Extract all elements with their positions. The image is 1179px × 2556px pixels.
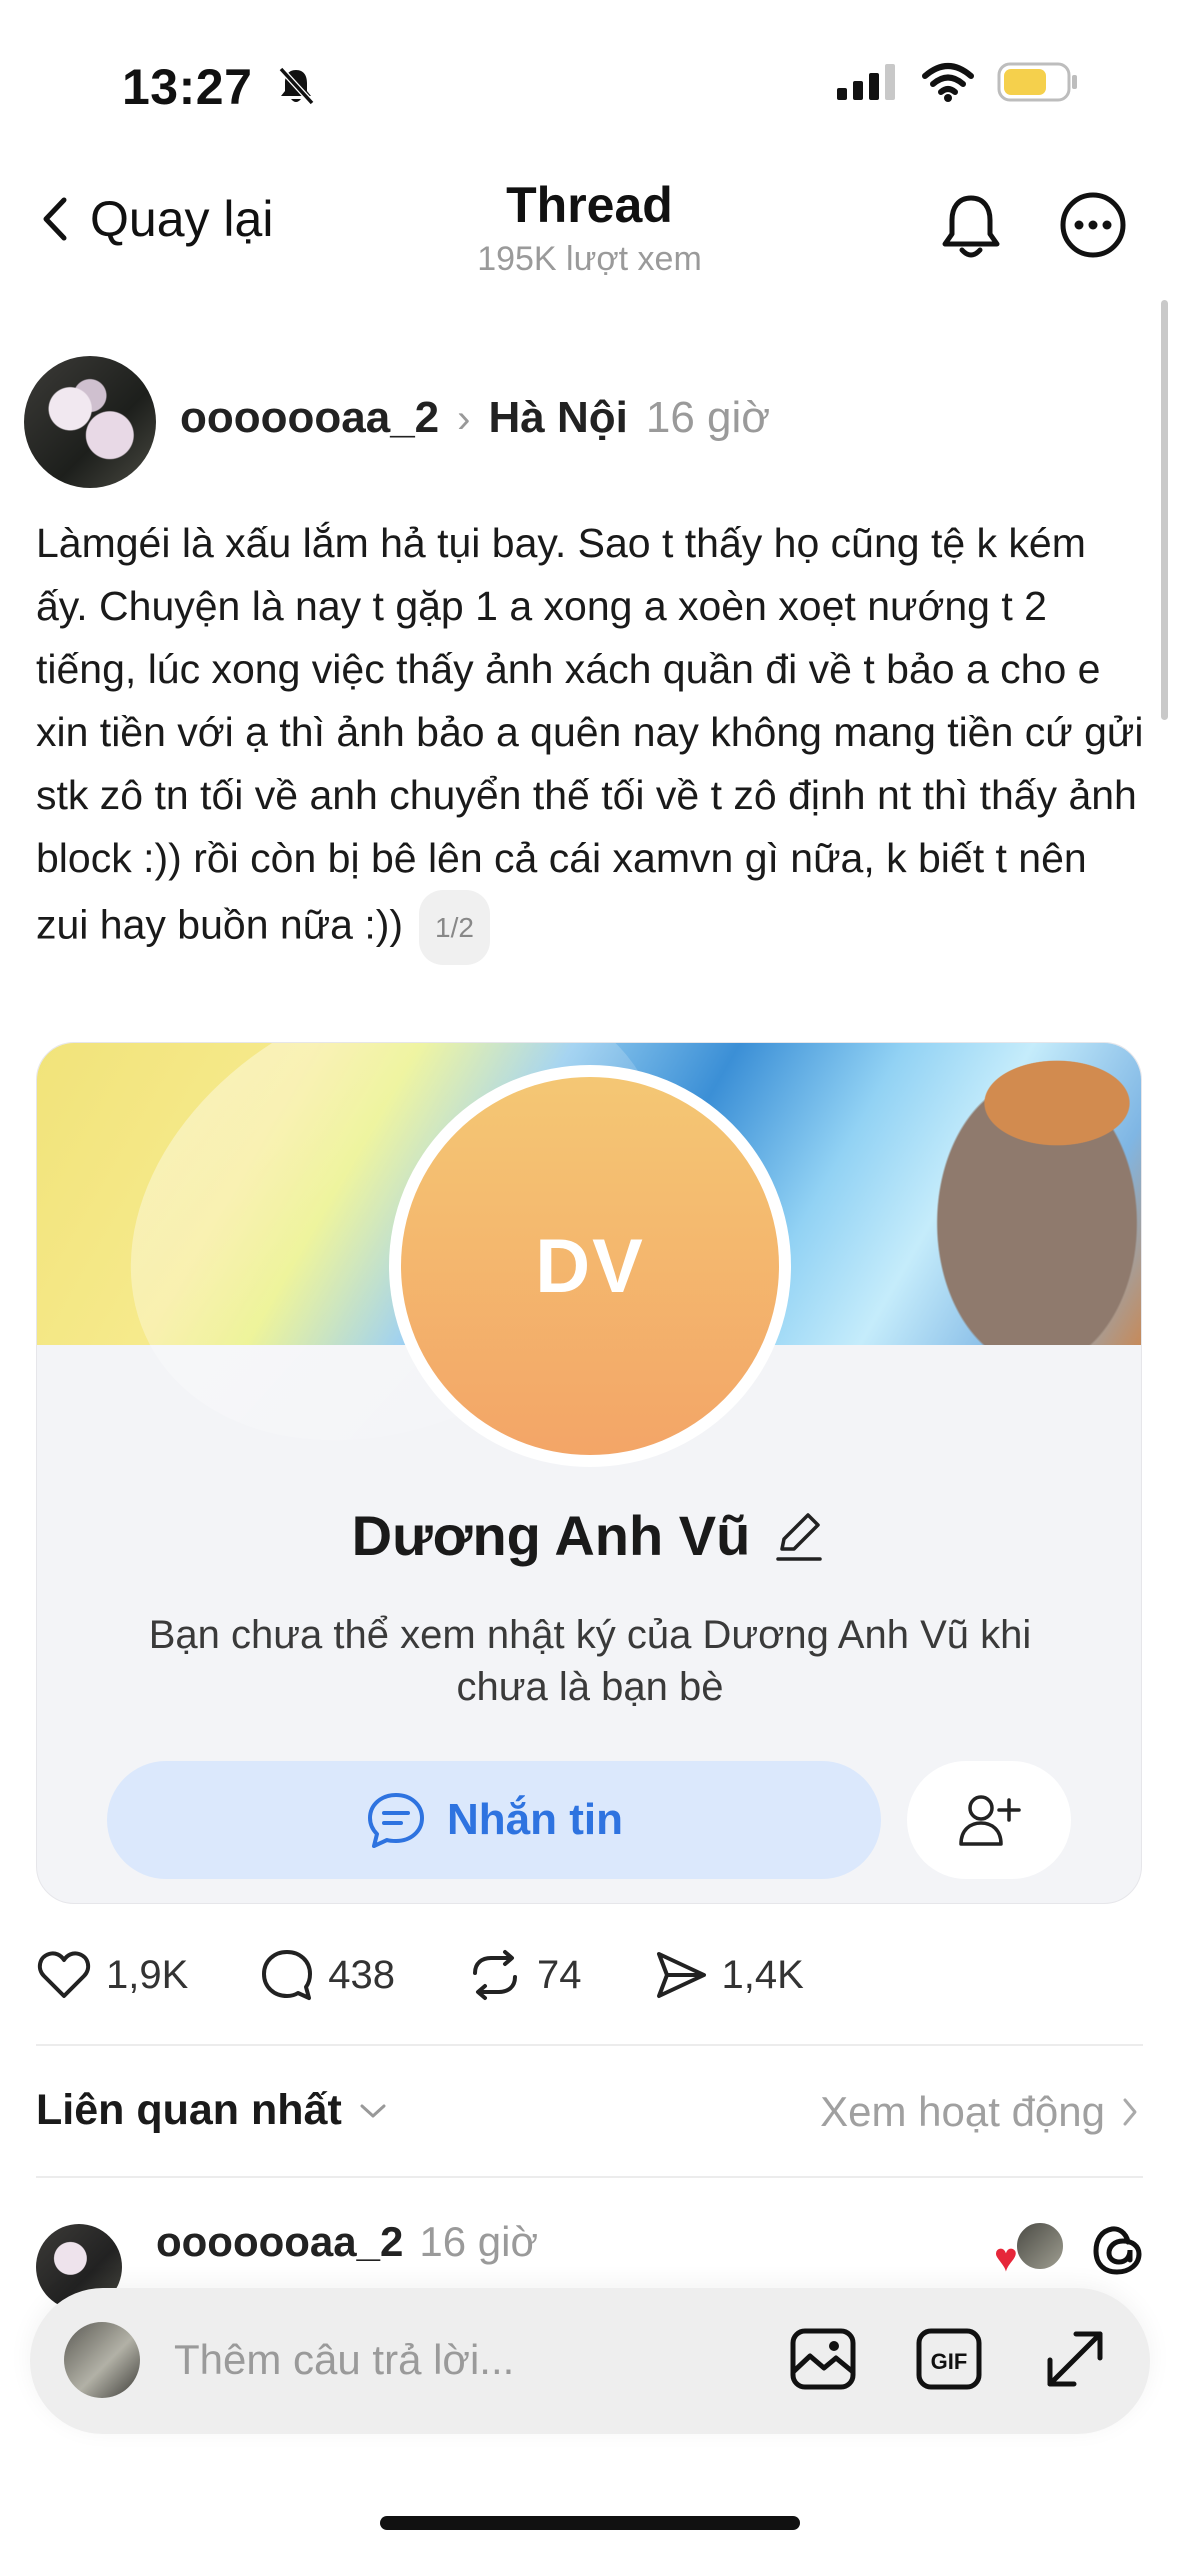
battery-icon: [997, 62, 1077, 102]
reply-reactions[interactable]: ♥: [994, 2220, 1066, 2280]
comment-button[interactable]: 438: [260, 1948, 395, 2002]
profile-name: Dương Anh Vũ: [351, 1504, 751, 1567]
send-icon: [656, 1952, 706, 1998]
notification-bell-icon[interactable]: [938, 192, 1004, 262]
post-body: Làmgéi là xấu lắm hả tụi bay. Sao t thấy…: [36, 512, 1146, 965]
chevron-right-icon: [1123, 2098, 1137, 2126]
repost-count: 74: [537, 1952, 582, 1997]
scrollbar[interactable]: [1161, 300, 1168, 720]
like-button[interactable]: 1,9K: [36, 1949, 188, 2001]
current-user-avatar: [64, 2322, 140, 2398]
bell-muted-icon: [278, 66, 314, 106]
threads-logo-icon[interactable]: [1088, 2220, 1148, 2280]
post-time: 16 giờ: [645, 393, 771, 442]
edit-pencil-icon[interactable]: [772, 1509, 826, 1563]
view-activity-label: Xem hoạt động: [820, 2088, 1105, 2135]
post-actions: 1,9K 438 74 1,4K: [36, 1948, 876, 2002]
heart-filled-icon: ♥: [994, 2236, 1018, 2280]
view-activity-link[interactable]: Xem hoạt động: [820, 2088, 1139, 2136]
cellular-signal-icon: [837, 64, 895, 100]
message-button-label: Nhắn tin: [447, 1795, 623, 1844]
chevron-down-icon: [360, 2104, 386, 2117]
like-count: 1,9K: [106, 1952, 189, 1997]
profile-initials-avatar: DV: [401, 1077, 779, 1455]
reply-input[interactable]: Thêm câu trả lời...: [174, 2336, 514, 2384]
share-button[interactable]: 1,4K: [654, 1949, 804, 2001]
composer-tools: GIF: [788, 2324, 1110, 2394]
comment-icon: [262, 1950, 313, 2000]
reply-composer[interactable]: Thêm câu trả lời... GIF: [30, 2288, 1150, 2434]
more-options-icon[interactable]: [1058, 190, 1128, 260]
message-button[interactable]: Nhắn tin: [107, 1761, 881, 1879]
heart-icon: [37, 1951, 91, 1998]
chat-bubble-icon: [368, 1793, 424, 1848]
sort-dropdown[interactable]: Liên quan nhất: [36, 2086, 388, 2135]
status-time: 13:27: [122, 59, 253, 115]
svg-text:GIF: GIF: [931, 2349, 968, 2374]
profile-name-row: Dương Anh Vũ: [37, 1503, 1141, 1568]
wifi-icon: [922, 63, 974, 102]
add-user-icon: [959, 1795, 1021, 1846]
reply-author-row[interactable]: ooooooaa_2 16 giờ: [156, 2218, 538, 2266]
gif-icon[interactable]: GIF: [914, 2324, 984, 2394]
divider: [36, 2176, 1143, 2178]
embedded-profile-card[interactable]: DV Dương Anh Vũ Bạn chưa thể xem nhật ký…: [36, 1042, 1142, 1904]
media-page-indicator: 1/2: [419, 890, 490, 965]
divider: [36, 2044, 1143, 2046]
sort-label: Liên quan nhất: [36, 2086, 342, 2134]
repost-button[interactable]: 74: [467, 1949, 582, 2001]
post-author-avatar[interactable]: [24, 356, 156, 488]
reply-username[interactable]: ooooooaa_2: [156, 2218, 403, 2266]
share-count: 1,4K: [721, 1952, 804, 1997]
reply-time: 16 giờ: [419, 2218, 538, 2265]
post-author-row[interactable]: ooooooaa_2 › Hà Nội 16 giờ: [180, 393, 770, 443]
post-location[interactable]: Hà Nội: [488, 393, 627, 443]
repost-icon: [473, 1950, 518, 2000]
post-username[interactable]: ooooooaa_2: [180, 393, 439, 443]
comment-count: 438: [328, 1952, 396, 1997]
profile-privacy-message: Bạn chưa thể xem nhật ký của Dương Anh V…: [148, 1613, 1032, 1709]
reactor-avatar: [1014, 2220, 1066, 2272]
expand-icon[interactable]: [1040, 2324, 1110, 2394]
chevron-right-icon: ›: [457, 397, 471, 441]
image-icon[interactable]: [788, 2324, 858, 2394]
post-text: Làmgéi là xấu lắm hả tụi bay. Sao t thấy…: [36, 520, 1144, 948]
add-friend-button[interactable]: [907, 1761, 1071, 1879]
home-indicator[interactable]: [380, 2516, 800, 2530]
